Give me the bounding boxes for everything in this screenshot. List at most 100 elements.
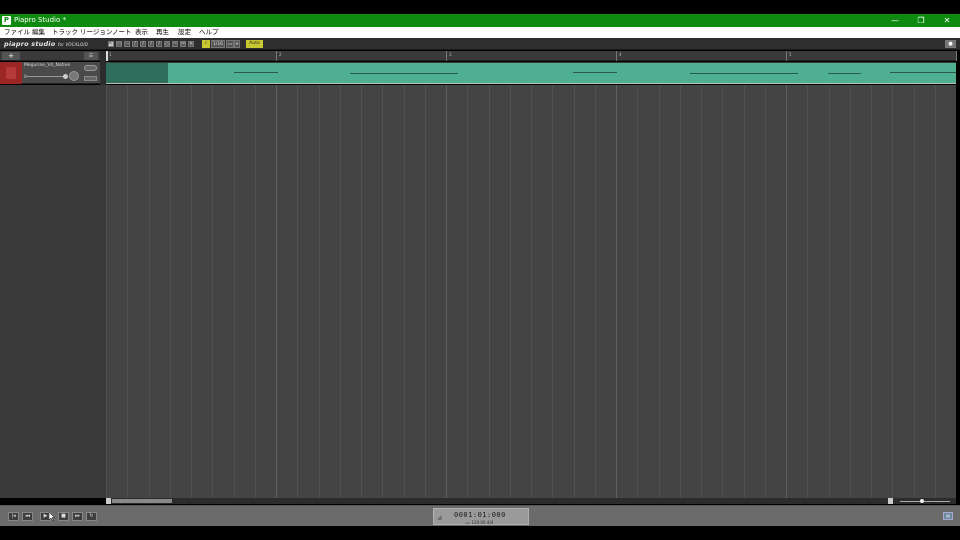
- grid-line: [871, 85, 872, 498]
- scroll-right-icon[interactable]: [888, 498, 893, 504]
- grid-line: [467, 85, 468, 498]
- tempo-display: ♩= 120.00 4/4: [465, 520, 494, 525]
- edit-area[interactable]: [106, 85, 956, 498]
- bar-number: 5: [789, 52, 792, 57]
- grid-line: [191, 85, 192, 498]
- bar-number: 2: [279, 52, 282, 57]
- rewind-icon[interactable]: ◂◂: [22, 512, 33, 521]
- grid-line: [149, 85, 150, 498]
- menu-file[interactable]: ファイル: [4, 28, 30, 37]
- menu-track[interactable]: トラック: [52, 28, 78, 37]
- note-preview: [350, 73, 458, 74]
- track-header-empty-area: [0, 85, 106, 498]
- track-header[interactable]: Megurine_V4_Native 0: [0, 62, 100, 84]
- add-track-button[interactable]: +: [2, 52, 20, 60]
- menu-view[interactable]: 表示: [135, 28, 148, 37]
- region-intro[interactable]: [106, 63, 168, 83]
- track-menu-button[interactable]: ☰: [84, 52, 98, 60]
- grid-line: [807, 85, 808, 498]
- vocal-region[interactable]: [168, 63, 956, 83]
- bar-tick: [786, 51, 787, 61]
- menu-edit[interactable]: 編集: [32, 28, 45, 37]
- mixer-icon[interactable]: ▤: [943, 512, 953, 520]
- loop-icon[interactable]: ↻: [86, 512, 97, 521]
- snap-button[interactable]: Auto: [246, 40, 263, 48]
- restore-button[interactable]: ❐: [908, 14, 934, 27]
- menu-note[interactable]: ノート: [112, 28, 132, 37]
- grid-line: [276, 85, 277, 498]
- zoom-slider[interactable]: [894, 498, 956, 504]
- time-display: 0001:01:000: [454, 511, 506, 519]
- record-icon[interactable]: ●: [945, 40, 956, 48]
- metronome-icon[interactable]: ◢: [437, 515, 443, 521]
- note-preview: [828, 73, 861, 74]
- track-name[interactable]: Megurine_V4_Native: [24, 63, 70, 68]
- timeline-ruler[interactable]: 1 2 3 4 5: [106, 51, 957, 61]
- eraser-tool-icon[interactable]: ◇: [164, 41, 170, 47]
- grid-line: [914, 85, 915, 498]
- brush-tool-icon[interactable]: /: [156, 41, 162, 47]
- grid-line: [127, 85, 128, 498]
- scroll-left-icon[interactable]: [106, 498, 111, 504]
- mouse-cursor-icon: [49, 512, 55, 521]
- bar-tick: [616, 51, 617, 61]
- grid-line: [722, 85, 723, 498]
- vibrato-tool-icon[interactable]: ~: [172, 41, 178, 47]
- go-to-start-icon[interactable]: |◂: [8, 512, 19, 521]
- scissors-tool-icon[interactable]: ✂: [180, 41, 186, 47]
- app-icon: P: [2, 16, 11, 25]
- track-color-swatch[interactable]: [0, 62, 22, 84]
- arrow-tool-icon[interactable]: ↖: [108, 41, 114, 47]
- grid-line: [680, 85, 681, 498]
- dropdown-chevron-icon[interactable]: ▾: [234, 40, 240, 48]
- grid-line: [106, 85, 107, 498]
- minimize-button[interactable]: —: [882, 14, 908, 27]
- menu-help[interactable]: ヘルプ: [199, 28, 219, 37]
- scrollbar-thumb[interactable]: [112, 499, 172, 503]
- horizontal-scrollbar[interactable]: [106, 498, 894, 504]
- note-preview: [690, 73, 798, 74]
- grid-line: [850, 85, 851, 498]
- quantize-select[interactable]: 1/16: [211, 40, 225, 48]
- grid-line: [701, 85, 702, 498]
- note-preview: [234, 72, 278, 73]
- grid-line: [361, 85, 362, 498]
- close-button[interactable]: ✕: [934, 14, 960, 27]
- select-tool-icon[interactable]: ▭: [116, 41, 122, 47]
- line-tool-icon[interactable]: /: [140, 41, 146, 47]
- grid-line: [595, 85, 596, 498]
- grid-line: [382, 85, 383, 498]
- time-counter[interactable]: ◢ 0001:01:000 ♩= 120.00 4/4: [433, 508, 529, 525]
- bar-tick: [446, 51, 447, 61]
- toolbar: piapro studio for VOCALOID ↖ ▭ ⋯ / / / /…: [0, 38, 960, 50]
- grid-line: [234, 85, 235, 498]
- note-length-select[interactable]: ▭: [226, 40, 234, 48]
- fast-forward-icon[interactable]: ▸▸: [72, 512, 83, 521]
- quantize-icon[interactable]: ♪: [202, 40, 210, 48]
- range-tool-icon[interactable]: ⋯: [124, 41, 130, 47]
- menu-settings[interactable]: 設定: [178, 28, 191, 37]
- mute-tool-icon[interactable]: ×: [188, 41, 194, 47]
- pencil-tool-icon[interactable]: /: [132, 41, 138, 47]
- solo-button[interactable]: [84, 76, 97, 81]
- volume-slider-handle[interactable]: [63, 74, 68, 79]
- bar-tick: [276, 51, 277, 61]
- grid-line: [510, 85, 511, 498]
- playhead[interactable]: [106, 51, 108, 61]
- volume-slider[interactable]: [26, 76, 66, 77]
- grid-line: [892, 85, 893, 498]
- pan-knob[interactable]: [69, 71, 79, 81]
- grid-line: [744, 85, 745, 498]
- bar-number: 4: [619, 52, 622, 57]
- curve-tool-icon[interactable]: /: [148, 41, 154, 47]
- menu-region[interactable]: リージョン: [80, 28, 112, 37]
- zoom-handle[interactable]: [920, 499, 924, 503]
- note-preview: [890, 72, 956, 73]
- track-lane[interactable]: [106, 62, 956, 84]
- grid-line: [297, 85, 298, 498]
- zoom-track: [900, 501, 950, 502]
- stop-icon[interactable]: ■: [58, 512, 69, 521]
- menu-playback[interactable]: 再生: [156, 28, 169, 37]
- title-bar: P Piapro Studio * — ❐ ✕: [0, 14, 960, 27]
- mute-button[interactable]: [84, 65, 97, 71]
